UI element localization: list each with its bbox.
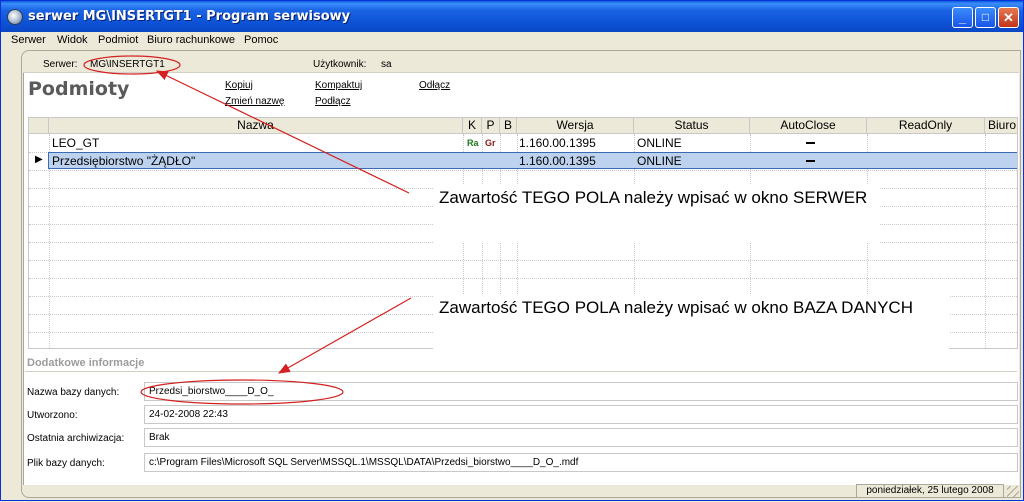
server-info-bar: Serwer: MG\INSERTGT1 Użytkownik: sa bbox=[23, 55, 1019, 73]
archive-label: Ostatnia archiwizacja: bbox=[27, 433, 125, 444]
grid-header-b[interactable]: B bbox=[500, 118, 517, 134]
menu-bar: Serwer Widok Podmiot Biuro rachunkowe Po… bbox=[1, 32, 1023, 50]
server-value: MG\INSERTGT1 bbox=[90, 59, 165, 70]
row-1-k-badge: Ra bbox=[467, 138, 479, 148]
menu-serwer[interactable]: Serwer bbox=[11, 34, 46, 46]
server-label: Serwer: bbox=[43, 59, 78, 70]
db-name-field[interactable]: Przedsi_biorstwo____D_O_ bbox=[144, 382, 1018, 401]
menu-widok[interactable]: Widok bbox=[57, 34, 88, 46]
row-1-p-badge: Gr bbox=[485, 138, 496, 148]
menu-pomoc[interactable]: Pomoc bbox=[244, 34, 278, 46]
row-2-version: 1.160.00.1395 bbox=[519, 154, 596, 168]
row-1-version: 1.160.00.1395 bbox=[519, 136, 596, 150]
title-bar[interactable]: serwer MG\INSERTGT1 - Program serwisowy … bbox=[1, 1, 1023, 32]
compact-link[interactable]: Kompaktuj bbox=[315, 80, 362, 91]
grid-row-divider bbox=[29, 278, 1017, 279]
grid-header-p[interactable]: P bbox=[482, 118, 500, 134]
archive-field[interactable]: Brak bbox=[144, 428, 1018, 447]
row-selector-arrow-icon: ▶ bbox=[35, 154, 43, 165]
db-name-label: Nazwa bazy danych: bbox=[27, 387, 120, 398]
rename-link[interactable]: Zmień nazwę bbox=[225, 96, 284, 107]
details-section-title: Dodatkowe informacje bbox=[27, 357, 145, 369]
db-file-field[interactable]: c:\Program Files\Microsoft SQL Server\MS… bbox=[144, 453, 1018, 472]
close-button[interactable]: ✕ bbox=[998, 7, 1019, 28]
menu-biuro-rachunkowe[interactable]: Biuro rachunkowe bbox=[147, 34, 235, 46]
created-field[interactable]: 24-02-2008 22:43 bbox=[144, 405, 1018, 424]
resize-grip-icon[interactable] bbox=[1007, 486, 1019, 498]
db-file-label: Plik bazy danych: bbox=[27, 458, 105, 469]
callout-database: Zawartość TEGO POLA należy wpisać w okno… bbox=[433, 295, 949, 353]
row-1-autoclose-dash bbox=[806, 142, 815, 144]
copy-link[interactable]: Kopiuj bbox=[225, 80, 253, 91]
detach-link[interactable]: Odłącz bbox=[419, 80, 450, 91]
maximize-button[interactable]: □ bbox=[975, 7, 996, 28]
grid-header-autoclose[interactable]: AutoClose bbox=[750, 118, 867, 134]
page-title: Podmioty bbox=[28, 78, 130, 100]
app-window: serwer MG\INSERTGT1 - Program serwisowy … bbox=[0, 0, 1024, 501]
user-value: sa bbox=[381, 59, 392, 70]
row-1-name[interactable]: LEO_GT bbox=[52, 135, 99, 151]
grid-header-wersja[interactable]: Wersja bbox=[517, 118, 634, 134]
grid-header-status[interactable]: Status bbox=[634, 118, 750, 134]
row-1-status: ONLINE bbox=[637, 136, 682, 150]
row-2-name[interactable]: Przedsiębiorstwo "ŻĄDŁO" bbox=[52, 153, 195, 169]
attach-link[interactable]: Podłącz bbox=[315, 96, 351, 107]
grid-header-indicator bbox=[29, 118, 49, 134]
menu-podmiot[interactable]: Podmiot bbox=[98, 34, 138, 46]
grid-header-nazwa[interactable]: Nazwa bbox=[49, 118, 463, 134]
grid-row-divider bbox=[29, 260, 1017, 261]
row-2-status: ONLINE bbox=[637, 154, 682, 168]
minimize-button[interactable]: _ bbox=[952, 7, 973, 28]
status-bar-date: poniedziałek, 25 lutego 2008 bbox=[856, 484, 1004, 498]
user-label: Użytkownik: bbox=[313, 59, 367, 70]
window-title: serwer MG\INSERTGT1 - Program serwisowy bbox=[28, 9, 351, 24]
app-icon[interactable] bbox=[7, 9, 23, 25]
grid-header-k[interactable]: K bbox=[463, 118, 482, 134]
grid-row-divider bbox=[29, 170, 1017, 171]
callout-server: Zawartość TEGO POLA należy wpisać w okno… bbox=[433, 185, 879, 243]
details-separator bbox=[25, 371, 1017, 372]
grid-header-readonly[interactable]: ReadOnly bbox=[867, 118, 985, 134]
row-2-autoclose-dash bbox=[806, 160, 815, 162]
grid-header-biuro[interactable]: Biuro bbox=[985, 118, 1017, 134]
created-label: Utworzono: bbox=[27, 410, 78, 421]
